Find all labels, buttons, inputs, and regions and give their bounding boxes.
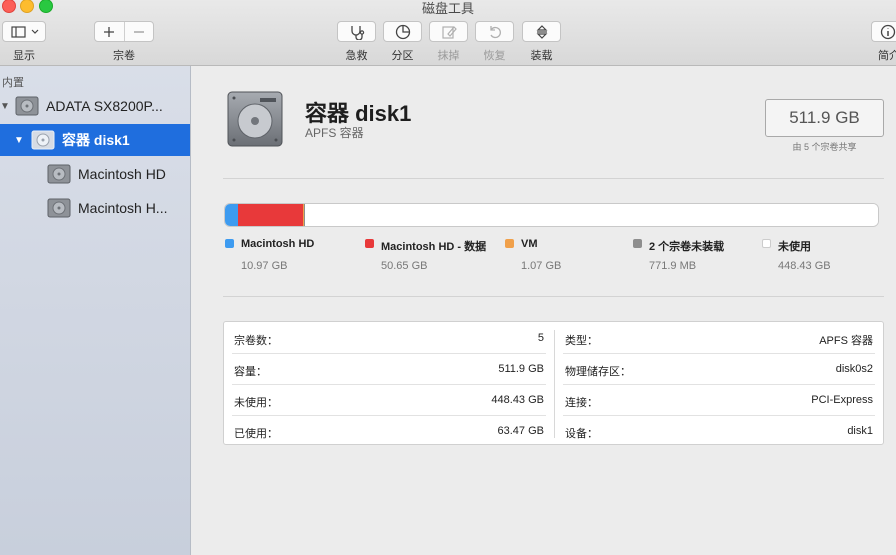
partition-label: 分区 bbox=[391, 50, 414, 62]
erase-button[interactable] bbox=[429, 21, 468, 42]
erase-icon bbox=[441, 25, 457, 39]
info-row: 未使用： 448.43 GB bbox=[224, 384, 554, 415]
divider bbox=[223, 178, 884, 179]
sidebar: 内置 ▼ ADATA SX8200P... ▼ 容器 disk1 Macinto… bbox=[0, 66, 191, 555]
volume-type: APFS 容器 bbox=[305, 126, 364, 140]
restore-label: 恢复 bbox=[483, 50, 506, 62]
add-volume-button[interactable] bbox=[95, 22, 125, 41]
stethoscope-icon bbox=[350, 25, 364, 40]
info-value: PCI-Express bbox=[811, 394, 873, 406]
usage-segment bbox=[225, 204, 238, 226]
info-row: 类型： APFS 容器 bbox=[555, 322, 883, 353]
info-row: 容量： 511.9 GB bbox=[224, 353, 554, 384]
sidebar-item-label: Macintosh HD bbox=[78, 166, 166, 182]
view-label: 显示 bbox=[13, 50, 35, 62]
info-value: disk0s2 bbox=[835, 363, 873, 375]
sidebar-item-label: Macintosh H... bbox=[78, 200, 168, 216]
info-key: 已使用： bbox=[234, 428, 278, 440]
container-disk-icon bbox=[31, 130, 55, 150]
info-row: 宗卷数： 5 bbox=[224, 322, 554, 353]
partition-button[interactable] bbox=[383, 21, 422, 42]
info-value: 5 bbox=[537, 332, 544, 344]
toolbar: 磁盘工具 显示 宗卷 急救 分区 抹掉 恢复 装载 简介 bbox=[0, 0, 896, 66]
legend-swatch bbox=[762, 239, 771, 248]
sidebar-item-macintosh-hd[interactable]: Macintosh HD bbox=[0, 158, 190, 190]
info-value: APFS 容器 bbox=[819, 335, 873, 347]
info-value: disk1 bbox=[847, 425, 873, 437]
info-row: 已使用： 63.47 GB bbox=[224, 415, 554, 446]
legend-name: Macintosh HD bbox=[241, 238, 315, 250]
legend-size: 10.97 GB bbox=[241, 260, 288, 272]
sidebar-item-container-disk1[interactable]: ▼ 容器 disk1 bbox=[0, 124, 190, 156]
usage-bar bbox=[224, 203, 879, 227]
shared-note: 由 5 个宗卷共享 bbox=[792, 142, 857, 152]
info-value: 448.43 GB bbox=[491, 394, 544, 406]
legend-size: 1.07 GB bbox=[521, 260, 562, 272]
hard-disk-icon bbox=[47, 164, 71, 184]
info-icon bbox=[880, 24, 896, 39]
legend-size: 50.65 GB bbox=[381, 260, 428, 272]
mount-icon bbox=[536, 24, 547, 39]
legend-size: 771.9 MB bbox=[649, 260, 697, 272]
divider bbox=[223, 296, 884, 297]
info-key: 物理储存区： bbox=[565, 366, 631, 378]
view-button[interactable] bbox=[2, 21, 46, 42]
sidebar-item-label: ADATA SX8200P... bbox=[46, 98, 163, 114]
pie-chart-icon bbox=[395, 24, 410, 39]
window-title: 磁盘工具 bbox=[421, 1, 474, 16]
mount-label: 装载 bbox=[530, 50, 553, 62]
legend-swatch bbox=[633, 239, 642, 248]
minus-icon bbox=[133, 30, 144, 33]
legend-name: 2 个宗卷未装载 bbox=[649, 241, 725, 253]
legend-name: Macintosh HD - 数据 bbox=[381, 241, 487, 253]
disclosure-triangle-icon[interactable]: ▼ bbox=[14, 135, 24, 146]
restore-button[interactable] bbox=[475, 21, 514, 42]
restore-icon bbox=[489, 25, 501, 38]
usage-segment bbox=[305, 204, 878, 226]
remove-volume-button[interactable] bbox=[125, 22, 154, 41]
info-label: 简介 bbox=[878, 50, 896, 62]
erase-label: 抹掉 bbox=[437, 50, 460, 62]
legend-name: 未使用 bbox=[778, 241, 811, 253]
info-value: 63.47 GB bbox=[497, 425, 544, 437]
legend-size: 448.43 GB bbox=[778, 260, 831, 272]
plus-icon bbox=[104, 26, 115, 37]
sidebar-section-internal: 内置 bbox=[2, 77, 24, 89]
info-key: 宗卷数： bbox=[234, 335, 278, 347]
usage-segment bbox=[238, 204, 303, 226]
first-aid-button[interactable] bbox=[337, 21, 376, 42]
disclosure-triangle-icon[interactable]: ▼ bbox=[0, 101, 10, 112]
mount-button[interactable] bbox=[522, 21, 561, 42]
legend-swatch bbox=[225, 239, 234, 248]
info-key: 未使用： bbox=[234, 397, 278, 409]
info-row: 连接： PCI-Express bbox=[555, 384, 883, 415]
volume-label: 宗卷 bbox=[113, 50, 135, 62]
hard-disk-icon bbox=[47, 198, 71, 218]
info-key: 容量： bbox=[234, 366, 267, 378]
info-key: 设备： bbox=[565, 428, 598, 440]
info-button[interactable] bbox=[871, 21, 896, 42]
volume-buttons bbox=[94, 21, 154, 42]
capacity-box: 511.9 GB bbox=[765, 99, 884, 137]
info-key: 类型： bbox=[565, 335, 598, 347]
info-table: 宗卷数： 5 容量： 511.9 GB 未使用： 448.43 GB 已使用： 63.47 G… bbox=[223, 321, 884, 445]
info-row: 物理储存区： disk0s2 bbox=[555, 353, 883, 384]
first-aid-label: 急救 bbox=[345, 50, 368, 62]
legend-swatch bbox=[505, 239, 514, 248]
info-row: 设备： disk1 bbox=[555, 415, 883, 446]
info-value: 511.9 GB bbox=[498, 363, 544, 375]
large-disk-icon bbox=[227, 91, 283, 147]
hard-disk-icon bbox=[15, 96, 39, 116]
legend-swatch bbox=[365, 239, 374, 248]
info-key: 连接： bbox=[565, 397, 598, 409]
sidebar-icon bbox=[11, 25, 39, 38]
sidebar-item-macintosh-hd-data[interactable]: Macintosh H... bbox=[0, 192, 190, 224]
sidebar-item-label: 容器 disk1 bbox=[62, 132, 130, 148]
sidebar-item-adata-disk[interactable]: ▼ ADATA SX8200P... bbox=[0, 90, 190, 122]
legend-name: VM bbox=[521, 238, 538, 250]
